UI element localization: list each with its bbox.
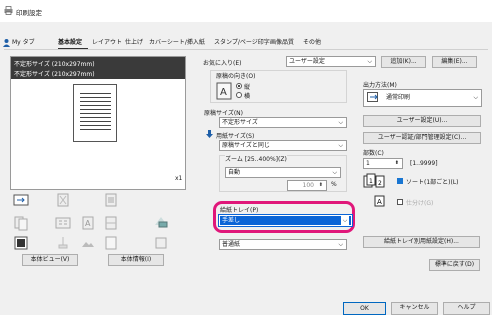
- portrait-radio[interactable]: [236, 83, 242, 89]
- original-size-label: 原稿サイズ(N): [204, 110, 243, 117]
- paper-type-value: 普通紙: [222, 241, 241, 248]
- chevron-down-icon: ⌵: [332, 169, 337, 176]
- chevron-down-icon: ⌵: [338, 119, 343, 126]
- ok-label: OK: [360, 305, 369, 312]
- staple-icon[interactable]: [55, 192, 71, 208]
- paper-size-select[interactable]: 原稿サイズと同じ ⌵: [219, 140, 347, 151]
- output-method-value: 通常印刷: [386, 94, 411, 101]
- tab-mytab[interactable]: My タブ: [12, 37, 35, 48]
- cancel-button[interactable]: キャンセル: [391, 302, 438, 315]
- tab-other[interactable]: その他: [303, 37, 321, 48]
- booklet-icon[interactable]: A: [80, 215, 96, 231]
- tab-image-quality[interactable]: 画像品質: [270, 37, 294, 48]
- landscape-label: 横: [244, 93, 251, 100]
- preview-paper: [73, 84, 117, 142]
- offset-label: 仕分け(G): [406, 200, 434, 207]
- svg-text:A: A: [85, 219, 91, 228]
- preview-header: 不定形サイズ (210x297mm) 不定形サイズ (210x297mm): [11, 57, 185, 79]
- favorites-value: ユーザー設定: [289, 58, 325, 65]
- collate-icon: 1 2: [363, 173, 385, 188]
- cover-icon[interactable]: [153, 235, 169, 251]
- duplex-icon[interactable]: [13, 215, 29, 231]
- svg-text:A: A: [220, 87, 227, 98]
- machine-output-icon[interactable]: [13, 192, 29, 208]
- chevron-down-icon: ⌵: [338, 142, 343, 149]
- print-method-icon: [367, 92, 378, 102]
- svg-text:A: A: [377, 198, 382, 206]
- zoom-mode-value: 自動: [228, 169, 241, 176]
- zoom-unit: %: [331, 181, 337, 188]
- tab-stamp[interactable]: スタンプ/ページ印字: [214, 37, 270, 48]
- copies-field[interactable]: 1 ⬍: [363, 158, 403, 169]
- zoom-value: 100: [302, 182, 314, 189]
- body-info-button[interactable]: 本体情報(I): [108, 254, 164, 266]
- zoom-label: ズーム [25..400%](Z): [225, 154, 287, 163]
- printer-icon: [4, 6, 13, 15]
- original-size-value: 不定形サイズ: [222, 119, 258, 126]
- image-icon[interactable]: [80, 235, 96, 251]
- paper-tray-select[interactable]: 手差し ⌵: [218, 214, 353, 227]
- paper-tray-value: 手差し: [222, 217, 241, 224]
- favorites-edit-button[interactable]: 編集(E)...: [432, 56, 477, 68]
- svg-text:1: 1: [369, 178, 373, 185]
- combine-icon[interactable]: [55, 215, 71, 231]
- landscape-radio[interactable]: [236, 92, 242, 98]
- chevron-down-icon: ⌵: [367, 58, 372, 65]
- user-auth-button[interactable]: ユーザー認証/部門管理設定(C)...: [363, 132, 481, 144]
- preview-size-line-2: 不定形サイズ (210x297mm): [14, 71, 95, 78]
- portrait-label: 縦: [244, 84, 251, 91]
- zoom-mode-select[interactable]: 自動 ⌵: [225, 167, 341, 178]
- body-view-button[interactable]: 本体ビュー(V): [22, 254, 78, 266]
- tab-layout[interactable]: レイアウト: [92, 37, 122, 48]
- tab-cover-insert[interactable]: カバーシート/挿入紙: [149, 37, 205, 48]
- user-settings-button[interactable]: ユーザー設定(U)...: [363, 115, 481, 127]
- copies-label: 部数(C): [363, 150, 384, 157]
- copies-range: [1..9999]: [410, 160, 438, 167]
- copies-value: 1: [366, 160, 370, 167]
- collate-label: ソート(1部ごと)(L): [406, 179, 459, 186]
- collate-checkbox[interactable]: [397, 178, 403, 184]
- output-method-label: 出力方法(M): [363, 82, 397, 89]
- tab-finishing[interactable]: 仕上げ: [125, 37, 143, 48]
- chevron-down-icon: ⌵: [338, 241, 343, 248]
- spin-icon[interactable]: ⬍: [319, 181, 323, 190]
- favorites-select[interactable]: ユーザー設定 ⌵: [286, 56, 376, 67]
- color-icon[interactable]: [13, 235, 29, 251]
- preview-size-line-1: 不定形サイズ (210x297mm): [14, 61, 95, 68]
- favorites-add-button[interactable]: 追加(K)...: [381, 56, 426, 68]
- user-icon: [3, 39, 10, 47]
- preview-copy-count: x1: [175, 175, 183, 182]
- punch-icon[interactable]: [103, 192, 119, 208]
- title-bar: 印刷設定: [0, 0, 492, 22]
- portrait-orientation-icon: A: [216, 82, 232, 100]
- paper-size-value: 原稿サイズと同じ: [222, 142, 270, 149]
- tab-basic[interactable]: 基本設定: [58, 37, 82, 48]
- ok-button[interactable]: OK: [343, 302, 386, 315]
- chevron-down-icon: ⌵: [341, 216, 349, 225]
- svg-text:2: 2: [378, 180, 382, 187]
- paper-tray-label: 給紙トレイ(P): [220, 207, 259, 214]
- restore-defaults-button[interactable]: 標準に戻す(D): [429, 259, 480, 271]
- spin-icon[interactable]: ⬍: [395, 159, 399, 168]
- down-arrow-icon: [206, 130, 213, 138]
- fold-icon[interactable]: [103, 215, 119, 231]
- window-title: 印刷設定: [16, 9, 42, 17]
- offset-checkbox[interactable]: [397, 199, 403, 205]
- stamp-icon[interactable]: [55, 235, 71, 251]
- tray-paper-settings-button[interactable]: 給紙トレイ別用紙設定(H)...: [363, 236, 480, 248]
- offset-icon: A: [374, 195, 385, 207]
- paper-type-select[interactable]: 普通紙 ⌵: [219, 239, 347, 250]
- favorites-label: お気に入り(E): [203, 60, 242, 67]
- orientation-label: 原稿の向き(O): [216, 73, 256, 80]
- output-method-select[interactable]: 通常印刷 ⌵: [363, 89, 482, 107]
- tab-bar: My タブ 基本設定 レイアウト 仕上げ カバーシート/挿入紙 スタンプ/ページ…: [0, 37, 492, 48]
- help-button[interactable]: ヘルプ: [443, 302, 490, 315]
- zoom-value-field[interactable]: 100 ⬍: [287, 180, 327, 191]
- paper-size-label: 用紙サイズ(S): [216, 133, 255, 140]
- chevron-down-icon: ⌵: [473, 94, 478, 101]
- original-size-select[interactable]: 不定形サイズ ⌵: [219, 117, 347, 128]
- tray-paper-icon[interactable]: [153, 213, 169, 229]
- overlay-icon[interactable]: [103, 235, 119, 251]
